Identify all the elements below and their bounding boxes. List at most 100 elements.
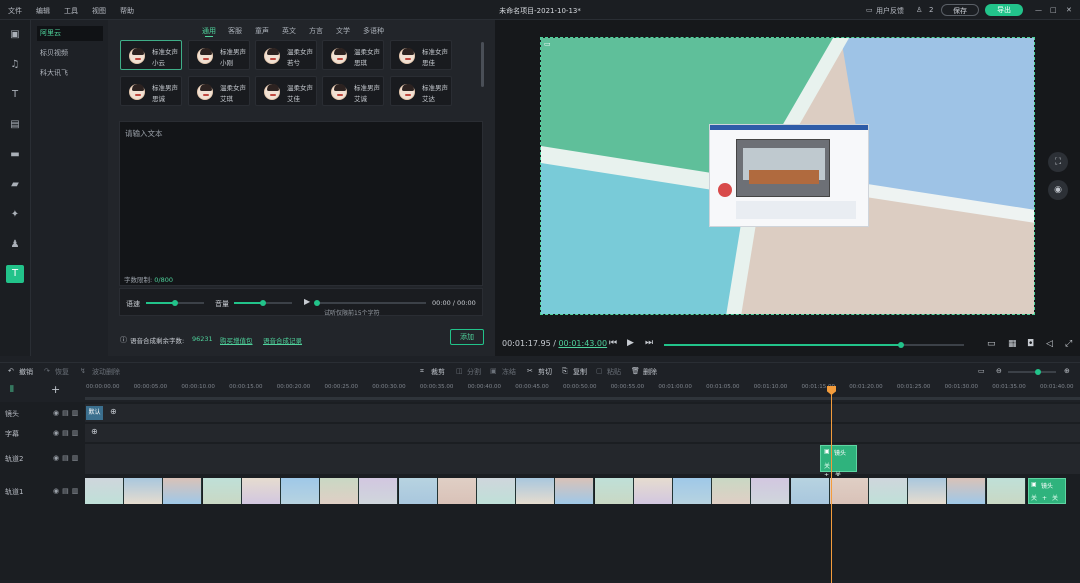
minimize-button[interactable]: — <box>1035 6 1042 14</box>
voice-card[interactable]: 标准男声 小刚 <box>188 40 250 70</box>
folder-icon[interactable]: ▬ <box>8 148 22 162</box>
maximize-button[interactable]: □ <box>1050 6 1057 14</box>
track-row-subtitle[interactable]: ⊕ <box>85 424 1080 442</box>
playhead[interactable] <box>831 389 832 583</box>
paste-icon[interactable]: ▢ <box>596 367 603 375</box>
shot-clip[interactable]: ▣ 镜头 关+关 <box>820 445 857 479</box>
zoom-slider[interactable] <box>1008 371 1056 373</box>
user-icon[interactable]: ♙ <box>916 6 922 14</box>
tab-child[interactable]: 童声 <box>255 26 269 36</box>
preview-canvas[interactable]: ▭ <box>540 37 1035 315</box>
comment-icon[interactable]: ▰ <box>8 178 22 192</box>
add-track-icon[interactable]: + <box>51 383 60 396</box>
save-button[interactable]: 保存 <box>941 4 979 16</box>
tab-dialect[interactable]: 方言 <box>309 26 323 36</box>
redo-icon[interactable]: ↷ <box>44 367 50 375</box>
delete-button[interactable]: 删除 <box>643 367 657 377</box>
undo-icon[interactable]: ↶ <box>8 367 14 375</box>
clip-actions[interactable]: 关+关 <box>1031 493 1063 502</box>
speed-slider-knob[interactable] <box>172 300 178 306</box>
track-controls[interactable]: ◉▤▥ <box>53 429 81 437</box>
track-controls[interactable]: ◉▤▥ <box>53 454 81 462</box>
screen-icon[interactable]: ▭ <box>987 339 996 349</box>
snapshot-icon[interactable]: ◘ <box>1027 339 1034 349</box>
paste-button[interactable]: 粘贴 <box>607 367 621 377</box>
lock-icon[interactable]: ◉ <box>1048 180 1068 200</box>
text-input-area[interactable]: 请输入文本 字数限制: 0/800 <box>119 121 483 286</box>
zoom-slider-knob[interactable] <box>1035 369 1041 375</box>
track-controls[interactable]: ◉▤▥ <box>53 487 81 495</box>
audio-progress-knob[interactable] <box>314 300 320 306</box>
freeze-button[interactable]: 冻结 <box>502 367 516 377</box>
tab-service[interactable]: 客服 <box>228 26 242 36</box>
provider-biaobei[interactable]: 标贝视频 <box>37 46 103 61</box>
music-icon[interactable]: ♫ <box>8 58 22 72</box>
split-button[interactable]: 分割 <box>467 367 481 377</box>
track-controls[interactable]: ◉▤▥ <box>53 409 81 417</box>
voice-card[interactable]: 标准男声 艾诚 <box>322 76 384 106</box>
crop-button[interactable]: 裁剪 <box>431 367 445 377</box>
tts-icon[interactable]: T <box>6 265 24 283</box>
provider-aliyun[interactable]: 阿里云 <box>37 26 103 41</box>
media-icon[interactable]: ▣ <box>8 28 22 42</box>
track-row-shot[interactable]: 默认 ⊕ <box>85 404 1080 422</box>
add-shot-icon[interactable]: ⊕ <box>110 407 117 416</box>
character-icon[interactable]: ♟ <box>8 238 22 252</box>
voice-list-scrollbar[interactable] <box>481 42 484 87</box>
volume-icon[interactable]: ◁ <box>1046 339 1053 349</box>
default-shot-clip[interactable]: 默认 <box>86 406 103 420</box>
voice-card[interactable]: 标准男声 艾达 <box>390 76 452 106</box>
prev-frame-icon[interactable]: ⏮ <box>609 338 617 348</box>
copy-button[interactable]: 复制 <box>573 367 587 377</box>
snap-icon[interactable]: ⫴ <box>10 385 14 395</box>
split-icon[interactable]: ◫ <box>456 367 463 375</box>
audio-progress[interactable] <box>316 302 426 304</box>
voice-card[interactable]: 温柔女声 艾琪 <box>188 76 250 106</box>
subtitle-icon[interactable]: ▤ <box>8 118 22 132</box>
grid-icon[interactable]: ▦ <box>1008 339 1017 349</box>
freeze-icon[interactable]: ▣ <box>490 367 497 375</box>
voice-card[interactable]: 标准男声 思诚 <box>120 76 182 106</box>
add-subtitle-icon[interactable]: ⊕ <box>91 427 98 436</box>
tab-literature[interactable]: 文学 <box>336 26 350 36</box>
cut-button[interactable]: 剪切 <box>538 367 552 377</box>
undo-button[interactable]: 撤销 <box>19 367 33 377</box>
preview-progress-knob[interactable] <box>898 342 904 348</box>
end-shot-clip[interactable]: ▣ 镜头 关+关 <box>1028 478 1066 504</box>
voice-card[interactable]: 温柔女声 艾佳 <box>255 76 317 106</box>
add-button[interactable]: 添加 <box>450 329 484 345</box>
crop-icon[interactable]: ⌗ <box>420 367 424 376</box>
provider-iflytek[interactable]: 科大讯飞 <box>37 66 103 81</box>
tab-multilingual[interactable]: 多语种 <box>363 26 384 36</box>
redo-button[interactable]: 恢复 <box>55 367 69 377</box>
fullscreen-icon[interactable]: ⤢ <box>1065 339 1072 349</box>
close-button[interactable]: ✕ <box>1066 6 1072 14</box>
zoom-out-icon[interactable]: ⊖ <box>996 367 1002 375</box>
next-frame-icon[interactable]: ⏭ <box>645 338 653 348</box>
play-pause-icon[interactable]: ▶ <box>627 338 634 348</box>
voice-card[interactable]: 温柔女声 若兮 <box>255 40 317 70</box>
ripple-delete-button[interactable]: 波动删除 <box>92 367 120 377</box>
timeline-ruler[interactable]: 00:00:00.00 00:00:05.00 00:00:10.00 00:00:1… <box>85 380 1080 402</box>
play-icon[interactable]: ▶ <box>304 297 310 306</box>
volume-slider-knob[interactable] <box>260 300 266 306</box>
ripple-icon[interactable]: ↯ <box>80 367 86 375</box>
feedback-link[interactable]: 用户反馈 <box>876 6 904 16</box>
delete-icon[interactable]: 🗑 <box>631 367 640 375</box>
voice-card[interactable]: 标准女声 小云 <box>120 40 182 70</box>
tab-general[interactable]: 通用 <box>202 26 216 36</box>
effects-icon[interactable]: ✦ <box>8 208 22 222</box>
zoom-in-icon[interactable]: ⊕ <box>1064 367 1070 375</box>
track-row-track1[interactable]: ▣ 镜头 关+关 <box>85 476 1080 506</box>
feedback-icon[interactable]: ▭ <box>866 6 873 14</box>
copy-icon[interactable]: ⎘ <box>562 367 568 376</box>
total-time[interactable]: 00:01:43.00 <box>558 339 607 348</box>
fit-timeline-icon[interactable]: ▭ <box>978 367 985 375</box>
tab-english[interactable]: 英文 <box>282 26 296 36</box>
synthesis-history-link[interactable]: 语音合成记录 <box>263 335 302 345</box>
text-icon[interactable]: T <box>8 88 22 102</box>
voice-card[interactable]: 标准女声 思佳 <box>390 40 452 70</box>
buy-package-link[interactable]: 购买增值包 <box>220 335 253 345</box>
export-button[interactable]: 导出 <box>985 4 1023 16</box>
cut-icon[interactable]: ✂ <box>527 367 533 375</box>
